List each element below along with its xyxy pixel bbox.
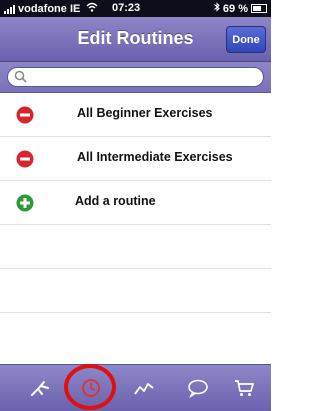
empty-row: [0, 225, 271, 269]
routine-row[interactable]: All Beginner Exercises: [0, 93, 271, 137]
done-button[interactable]: Done: [226, 26, 266, 53]
empty-row: [0, 269, 271, 313]
add-routine-label: Add a routine: [75, 194, 156, 208]
tab-exercises[interactable]: [13, 365, 67, 411]
add-icon[interactable]: [16, 194, 34, 212]
speech-bubble-icon: [187, 378, 209, 398]
routine-label: All Beginner Exercises: [77, 106, 213, 120]
delete-icon[interactable]: [16, 106, 34, 124]
search-bar: [0, 62, 271, 93]
search-icon: [14, 70, 28, 84]
signal-strength-icon: [4, 4, 15, 14]
empty-row: [0, 313, 271, 357]
routine-label: All Intermediate Exercises: [77, 150, 233, 164]
delete-icon[interactable]: [16, 150, 34, 168]
tab-routines[interactable]: [64, 365, 118, 411]
navigation-bar: Edit Routines Done: [0, 17, 271, 62]
tab-progress[interactable]: [117, 365, 171, 411]
status-time: 07:23: [112, 2, 141, 14]
routine-list: All Beginner Exercises All Intermediate …: [0, 93, 271, 357]
routine-row[interactable]: All Intermediate Exercises: [0, 137, 271, 181]
search-input[interactable]: [7, 67, 264, 87]
battery-percent: 69 %: [222, 2, 248, 15]
carrier-label: vodafone IE: [18, 2, 81, 15]
runner-icon: [29, 378, 51, 398]
tab-shop[interactable]: [217, 365, 271, 411]
status-bar: vodafone IE 07:23 69 %: [0, 0, 271, 17]
tab-bar: [0, 364, 271, 411]
carrier-group: vodafone IE: [4, 2, 98, 15]
chart-icon: [133, 379, 155, 397]
status-right: 69 %: [214, 2, 267, 15]
battery-icon: [251, 4, 267, 13]
wifi-icon: [86, 2, 98, 15]
clock-icon: [81, 378, 101, 398]
cart-icon: [233, 378, 255, 398]
bluetooth-icon: [214, 2, 220, 15]
add-routine-row[interactable]: Add a routine: [0, 181, 271, 225]
